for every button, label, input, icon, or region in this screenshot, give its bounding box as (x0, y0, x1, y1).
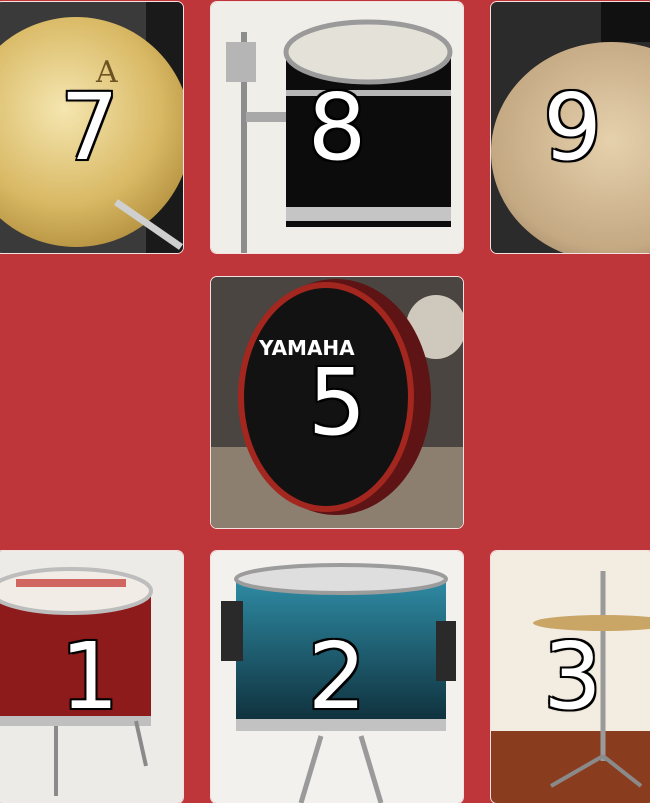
drum-pad-5[interactable]: YAMAHA 5 (211, 277, 463, 528)
cymbal-image (491, 2, 650, 253)
hi-hat-image (491, 551, 650, 803)
floor-tom-image (0, 551, 183, 803)
drum-pad-1[interactable]: 1 (0, 551, 183, 803)
drum-pad-9[interactable]: 9 (491, 2, 650, 253)
drum-pad-7[interactable]: A 7 (0, 2, 183, 253)
brand-logo: YAMAHA (258, 336, 355, 360)
drum-pad-8[interactable]: 8 (211, 2, 463, 253)
tom-drum-image (211, 2, 463, 253)
cymbal-image: A (0, 2, 183, 253)
drum-pad-3[interactable]: 3 (491, 551, 650, 803)
bass-drum-image: YAMAHA (211, 277, 463, 528)
drum-pad-2[interactable]: 2 (211, 551, 463, 803)
svg-text:A: A (95, 55, 118, 90)
snare-drum-image (211, 551, 463, 803)
